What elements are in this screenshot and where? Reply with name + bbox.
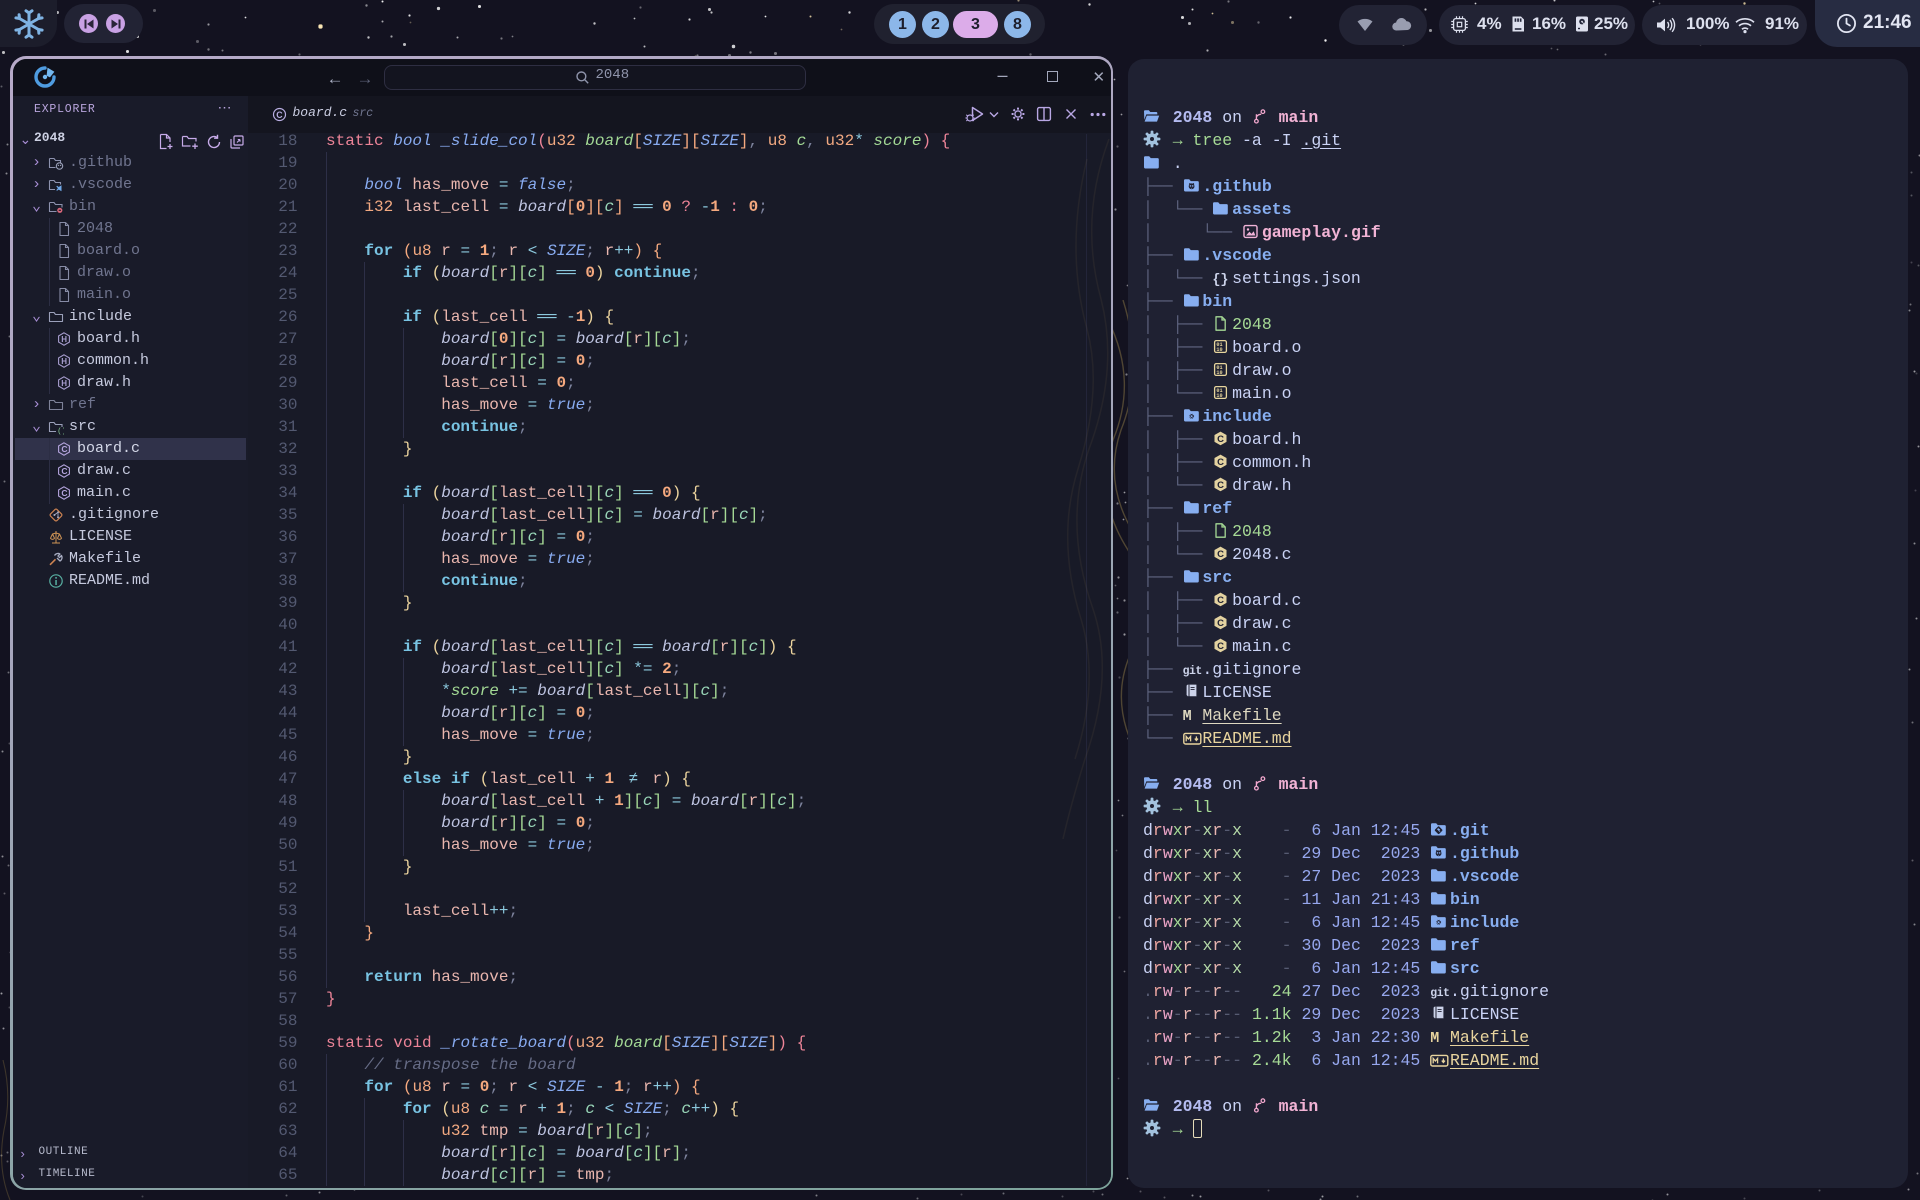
svg-text:C: C (1217, 595, 1224, 606)
svg-text:10: 10 (1217, 370, 1223, 376)
svg-text:C: C (1217, 618, 1224, 629)
svg-text:C: C (1217, 457, 1224, 468)
svg-text:10: 10 (1217, 393, 1223, 399)
svg-text:C: C (276, 110, 283, 120)
svg-text:C: C (1217, 549, 1224, 560)
svg-text:C: C (1217, 641, 1224, 652)
svg-text:10: 10 (1217, 347, 1223, 353)
svg-text:C: C (1217, 480, 1224, 491)
svg-text:C: C (1217, 434, 1224, 445)
